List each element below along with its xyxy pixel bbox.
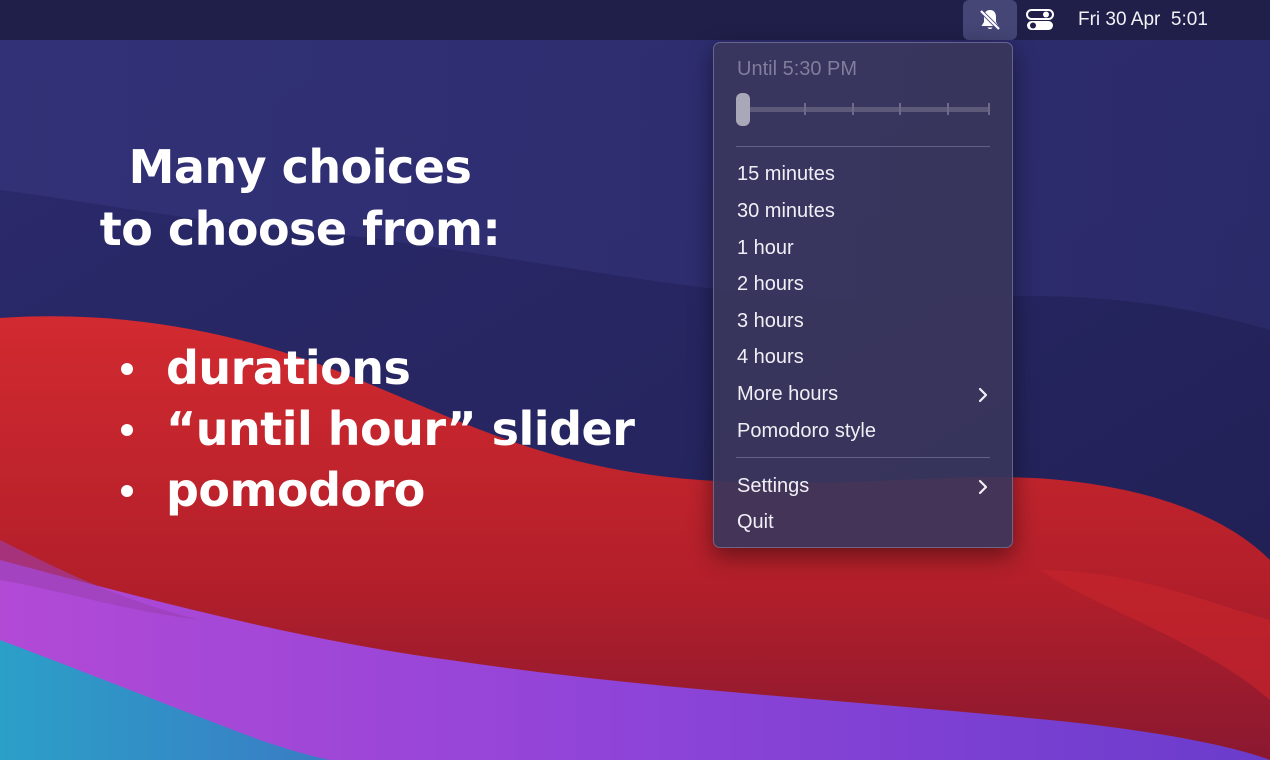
menu-separator	[736, 457, 990, 458]
slider-tick	[947, 103, 949, 115]
until-hour-slider[interactable]	[736, 93, 990, 127]
menu-item-label: 30 minutes	[737, 200, 835, 222]
menu-item-label: 2 hours	[737, 273, 804, 295]
menu-item-2-hours[interactable]: 2 hours	[714, 266, 1012, 302]
slider-thumb[interactable]	[736, 93, 750, 126]
feature-label: durations	[166, 341, 411, 395]
do-not-disturb-menu: Until 5:30 PM 15 minutes 30 minutes 1 ho…	[713, 42, 1013, 548]
feature-item: “until hour” slider	[118, 399, 635, 460]
menu-item-label: More hours	[737, 383, 839, 405]
menu-item-settings[interactable]: Settings	[714, 468, 1012, 504]
feature-label: “until hour” slider	[166, 402, 635, 456]
slider-tick	[899, 103, 901, 115]
slider-track	[736, 107, 990, 112]
bullet-icon	[121, 363, 133, 375]
headline: Many choices to choose from:	[60, 136, 540, 260]
slider-tick	[804, 103, 806, 115]
menu-item-label: Pomodoro style	[737, 420, 876, 442]
bell-slash-icon	[979, 9, 1001, 31]
menu-item-3-hours[interactable]: 3 hours	[714, 303, 1012, 339]
menu-item-label: 3 hours	[737, 310, 804, 332]
menu-item-label: 4 hours	[737, 346, 804, 368]
control-center-icon[interactable]	[1025, 7, 1055, 33]
menu-bar: Fri 30 Apr 5:01	[0, 0, 1270, 40]
notifications-status-item[interactable]	[963, 0, 1017, 40]
menu-item-pomodoro-style[interactable]: Pomodoro style	[714, 413, 1012, 449]
feature-list: durations “until hour” slider pomodoro	[118, 338, 635, 521]
menu-item-label: Settings	[737, 475, 810, 497]
menu-separator	[736, 146, 990, 147]
menu-item-label: 1 hour	[737, 237, 794, 259]
menu-item-label: Quit	[737, 511, 774, 533]
menu-item-quit[interactable]: Quit	[714, 504, 1012, 540]
menubar-clock[interactable]: Fri 30 Apr 5:01	[1078, 0, 1208, 40]
chevron-right-icon	[978, 479, 988, 495]
feature-item: pomodoro	[118, 460, 634, 521]
slider-tick	[988, 103, 990, 115]
menu-item-15-minutes[interactable]: 15 minutes	[714, 156, 1012, 192]
menu-item-1-hour[interactable]: 1 hour	[714, 230, 1012, 266]
menu-item-label: 15 minutes	[737, 163, 835, 185]
menu-item-more-hours[interactable]: More hours	[714, 376, 1012, 412]
headline-line-2: to choose from:	[99, 202, 501, 256]
bullet-icon	[121, 424, 133, 436]
chevron-right-icon	[978, 387, 988, 403]
bullet-icon	[121, 485, 133, 497]
headline-line-1: Many choices	[128, 140, 472, 194]
feature-item: durations	[118, 338, 634, 399]
menu-item-30-minutes[interactable]: 30 minutes	[714, 193, 1012, 229]
feature-label: pomodoro	[166, 463, 425, 517]
slider-tick	[852, 103, 854, 115]
menu-item-4-hours[interactable]: 4 hours	[714, 339, 1012, 375]
until-time-label: Until 5:30 PM	[737, 58, 858, 80]
